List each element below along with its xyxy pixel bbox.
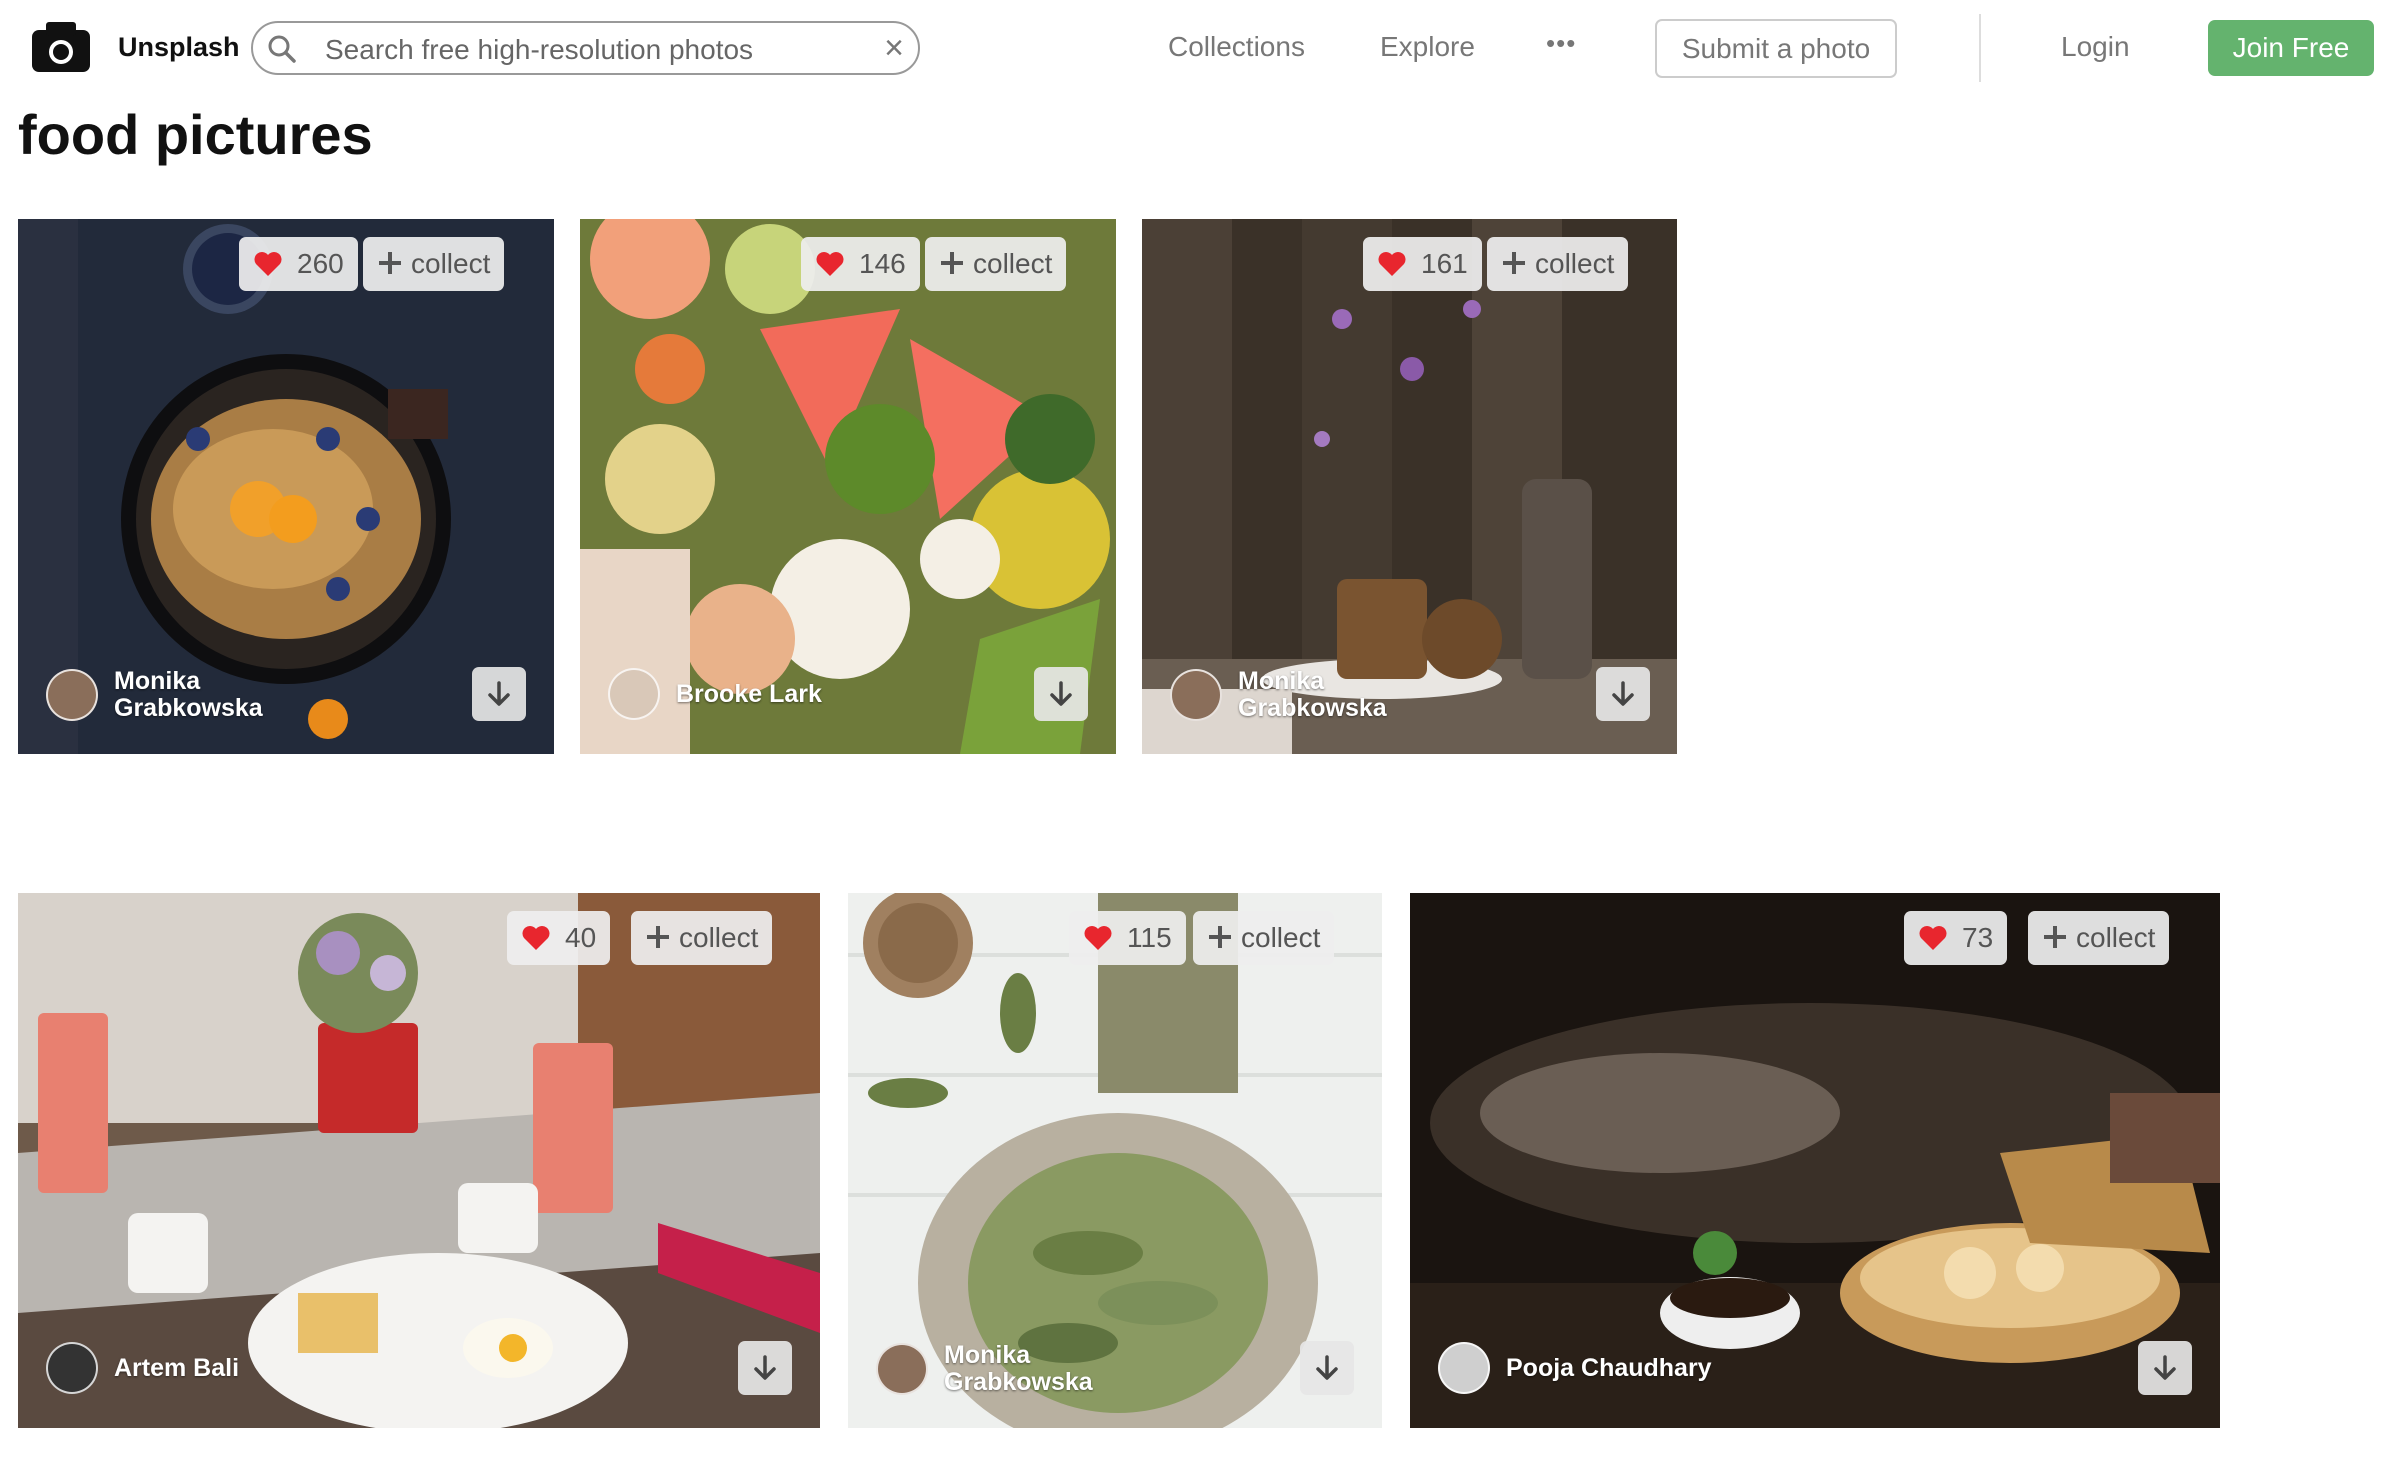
collect-label: collect — [1535, 248, 1615, 279]
download-button[interactable] — [1596, 667, 1650, 721]
author[interactable]: Pooja Chaudhary — [1438, 1342, 1806, 1394]
clear-search-icon[interactable]: × — [884, 31, 904, 65]
author[interactable]: Brooke Lark — [608, 668, 846, 720]
like-button[interactable]: 260 — [239, 237, 358, 291]
page-title: food pictures — [18, 103, 373, 166]
arrow-down-icon — [754, 1355, 776, 1380]
arrow-down-icon — [1050, 681, 1072, 706]
arrow-down-icon — [1612, 681, 1634, 706]
author-name[interactable]: Brooke Lark — [676, 680, 846, 708]
like-button[interactable]: 73 — [1904, 911, 2008, 965]
author-name[interactable]: Monika Grabkowska — [944, 1342, 1114, 1396]
more-menu-icon[interactable]: ••• — [1546, 28, 1576, 59]
collect-label: collect — [679, 922, 759, 953]
nav-explore[interactable]: Explore — [1380, 31, 1475, 63]
photo-card[interactable]: 40 collect Artem Bali — [18, 893, 820, 1428]
search-icon — [267, 34, 297, 64]
heart-icon — [1378, 252, 1406, 276]
collect-button[interactable]: collect — [2028, 911, 2170, 965]
heart-icon — [254, 252, 282, 276]
arrow-down-icon — [2154, 1355, 2176, 1380]
author-name[interactable]: Pooja Chaudhary — [1506, 1354, 1806, 1382]
collect-button[interactable]: collect — [1193, 911, 1335, 965]
like-button[interactable]: 146 — [801, 237, 920, 291]
header-divider — [1979, 14, 1981, 82]
like-button[interactable]: 115 — [1069, 911, 1186, 965]
nav-collections[interactable]: Collections — [1168, 31, 1305, 63]
collect-label: collect — [1241, 922, 1321, 953]
author-name[interactable]: Monika Grabkowska — [114, 668, 284, 722]
avatar[interactable] — [1170, 669, 1222, 721]
author[interactable]: Monika Grabkowska — [1170, 668, 1408, 722]
like-count: 40 — [565, 922, 597, 953]
avatar[interactable] — [608, 668, 660, 720]
submit-photo-button[interactable]: Submit a photo — [1655, 19, 1897, 78]
avatar[interactable] — [876, 1343, 928, 1395]
arrow-down-icon — [488, 681, 510, 706]
download-button[interactable] — [472, 667, 526, 721]
heart-icon — [1084, 926, 1112, 950]
author[interactable]: Monika Grabkowska — [46, 668, 284, 722]
author[interactable]: Monika Grabkowska — [876, 1342, 1114, 1396]
plus-icon — [647, 926, 669, 948]
brand-name[interactable]: Unsplash — [118, 32, 240, 63]
plus-icon — [1209, 926, 1231, 948]
like-button[interactable]: 40 — [507, 911, 611, 965]
collect-button[interactable]: collect — [363, 237, 505, 291]
avatar[interactable] — [46, 1342, 98, 1394]
collect-button[interactable]: collect — [631, 911, 773, 965]
arrow-down-icon — [1316, 1355, 1338, 1380]
plus-icon — [379, 252, 401, 274]
download-button[interactable] — [738, 1341, 792, 1395]
plus-icon — [2044, 926, 2066, 948]
author-name[interactable]: Artem Bali — [114, 1354, 374, 1382]
like-count: 146 — [859, 248, 906, 279]
download-button[interactable] — [2138, 1341, 2192, 1395]
collect-label: collect — [973, 248, 1053, 279]
search-box[interactable]: × — [251, 21, 920, 75]
like-count: 161 — [1421, 248, 1468, 279]
like-count: 260 — [297, 248, 344, 279]
collect-label: collect — [411, 248, 491, 279]
heart-icon — [522, 926, 550, 950]
photo-card[interactable]: 73 collect Pooja Chaudhary — [1410, 893, 2220, 1428]
collect-label: collect — [2076, 922, 2156, 953]
author-name[interactable]: Monika Grabkowska — [1238, 668, 1408, 722]
avatar[interactable] — [46, 669, 98, 721]
plus-icon — [941, 252, 963, 274]
join-free-button[interactable]: Join Free — [2208, 20, 2374, 76]
download-button[interactable] — [1300, 1341, 1354, 1395]
search-input[interactable] — [323, 31, 827, 69]
heart-icon — [1919, 926, 1947, 950]
photo-card[interactable]: 146 collect Brooke Lark — [580, 219, 1116, 754]
like-count: 115 — [1127, 922, 1172, 953]
collect-button[interactable]: collect — [1487, 237, 1629, 291]
author[interactable]: Artem Bali — [46, 1342, 374, 1394]
plus-icon — [1503, 252, 1525, 274]
download-button[interactable] — [1034, 667, 1088, 721]
like-count: 73 — [1962, 922, 1994, 953]
like-button[interactable]: 161 — [1363, 237, 1482, 291]
login-link[interactable]: Login — [2061, 31, 2130, 63]
photo-card[interactable]: 161 collect Monika Grabkowska — [1142, 219, 1677, 754]
heart-icon — [816, 252, 844, 276]
avatar[interactable] — [1438, 1342, 1490, 1394]
collect-button[interactable]: collect — [925, 237, 1067, 291]
camera-logo-icon[interactable] — [30, 20, 92, 74]
photo-card[interactable]: 260 collect Monika Grabkowska — [18, 219, 554, 754]
photo-card[interactable]: 115 collect Monika Grabkowska — [848, 893, 1382, 1428]
